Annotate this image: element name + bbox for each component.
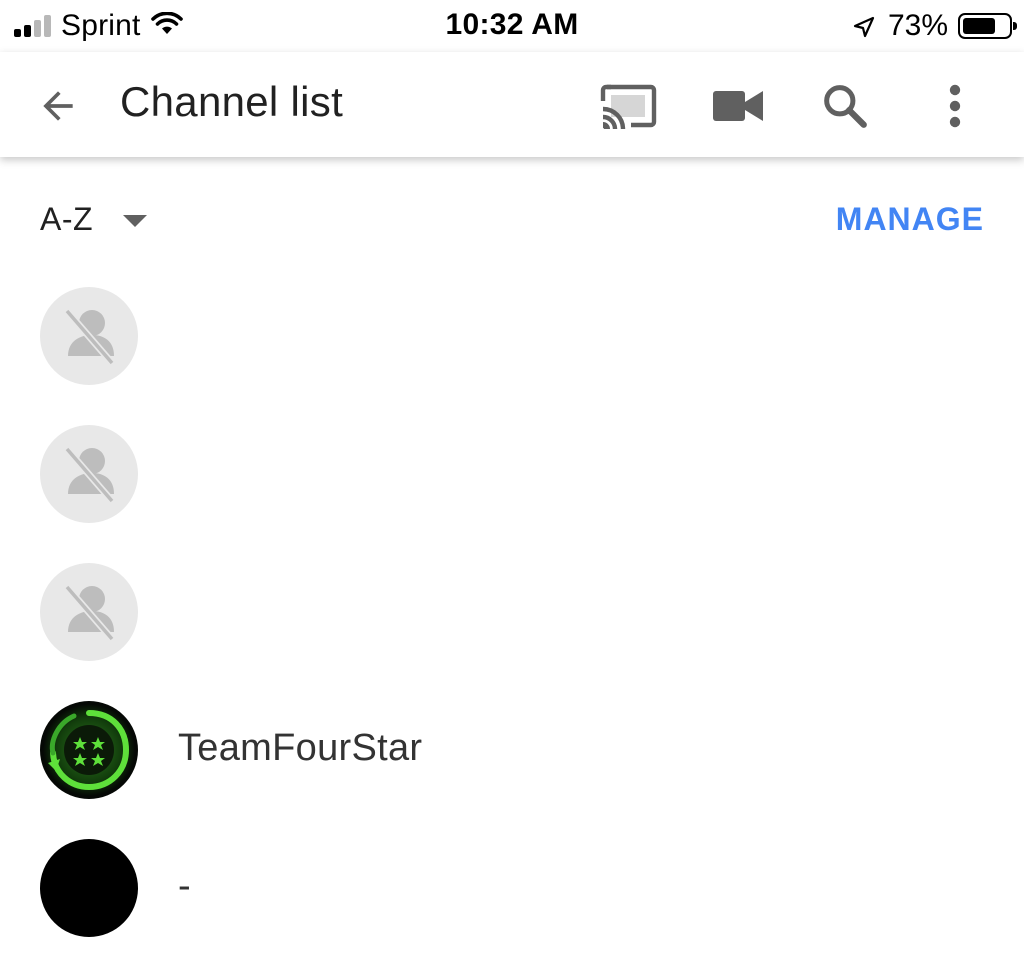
search-button[interactable] bbox=[813, 74, 877, 138]
sort-row: A-Z MANAGE bbox=[0, 157, 1024, 267]
status-right: 73% bbox=[852, 8, 1017, 44]
more-options-button[interactable] bbox=[923, 74, 987, 138]
status-bar: Sprint 10:32 AM 73% bbox=[0, 0, 1024, 52]
app-bar: Channel list bbox=[0, 52, 1024, 157]
channel-list-item[interactable] bbox=[0, 405, 1024, 543]
back-arrow-icon bbox=[43, 91, 73, 121]
battery-level bbox=[963, 18, 996, 34]
teamfourstar-avatar bbox=[40, 701, 138, 799]
channel-list: TeamFourStar - bbox=[0, 267, 1024, 957]
more-vert-icon bbox=[949, 84, 961, 128]
channel-avatar bbox=[40, 839, 138, 937]
dragon-logo-icon bbox=[43, 704, 135, 796]
sort-order-label: A-Z bbox=[40, 201, 94, 237]
no-avatar-icon bbox=[64, 446, 115, 504]
channel-avatar-placeholder bbox=[40, 425, 138, 523]
page-title: Channel list bbox=[120, 78, 344, 125]
channel-list-item[interactable] bbox=[0, 543, 1024, 681]
back-button[interactable] bbox=[32, 80, 84, 132]
channel-list-item[interactable]: - bbox=[0, 819, 1024, 957]
channel-list-item[interactable]: TeamFourStar bbox=[0, 681, 1024, 819]
video-camera-icon bbox=[713, 91, 763, 121]
dropdown-caret-icon bbox=[123, 214, 148, 227]
battery-percentage: 73% bbox=[887, 9, 948, 42]
battery-icon bbox=[958, 13, 1017, 39]
manage-button[interactable]: MANAGE bbox=[836, 201, 984, 238]
sort-order-dropdown[interactable]: A-Z bbox=[40, 201, 148, 238]
channel-name: - bbox=[178, 865, 191, 907]
cast-button[interactable] bbox=[596, 74, 660, 138]
channel-avatar-placeholder bbox=[40, 563, 138, 661]
no-avatar-icon bbox=[64, 584, 115, 642]
channel-avatar-placeholder bbox=[40, 287, 138, 385]
channel-list-item[interactable] bbox=[0, 267, 1024, 405]
search-icon bbox=[824, 85, 867, 128]
no-avatar-icon bbox=[64, 308, 115, 366]
upload-video-button[interactable] bbox=[706, 74, 770, 138]
channel-name: TeamFourStar bbox=[178, 727, 423, 769]
location-arrow-icon bbox=[853, 16, 875, 38]
cast-icon bbox=[600, 84, 657, 129]
